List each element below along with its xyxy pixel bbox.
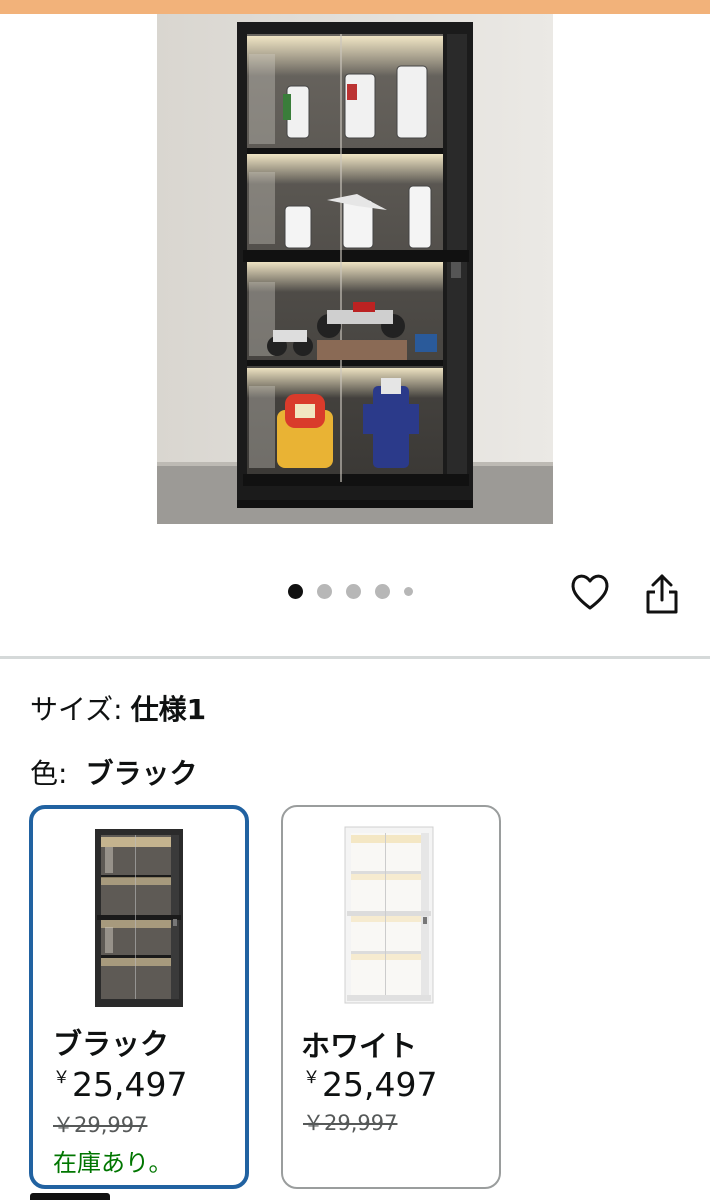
swatch-image-black <box>95 829 183 1007</box>
swatch-image-white <box>344 826 434 1004</box>
pagination-dot-active[interactable] <box>288 584 303 599</box>
top-banner-strip <box>0 0 710 14</box>
color-swatch-white[interactable]: ホワイト ￥25,497 ￥29,997 <box>281 805 501 1189</box>
swatch-name: ホワイト <box>301 1029 418 1063</box>
pagination-dot[interactable] <box>346 584 361 599</box>
heart-icon <box>571 574 609 610</box>
color-value: ブラック <box>85 757 198 790</box>
swatch-price: ￥25,497 <box>303 1063 437 1104</box>
wishlist-button[interactable] <box>568 570 612 614</box>
price-value: 25,497 <box>72 1065 188 1104</box>
size-value: 仕様1 <box>130 693 207 726</box>
price-value: 25,497 <box>322 1065 438 1104</box>
product-main-image[interactable] <box>157 14 553 524</box>
image-pagination[interactable] <box>288 584 413 599</box>
swatch-name: ブラック <box>53 1027 170 1061</box>
section-divider <box>0 656 710 659</box>
share-icon <box>646 574 678 614</box>
size-label: サイズ: <box>30 693 123 726</box>
currency-symbol: ￥ <box>53 1068 70 1088</box>
color-selector: 色: ブラック <box>30 752 197 792</box>
swatch-price: ￥25,497 <box>53 1063 187 1104</box>
list-price: ￥29,997 <box>303 1111 398 1135</box>
pagination-dot[interactable] <box>375 584 390 599</box>
pagination-dot[interactable] <box>317 584 332 599</box>
size-selector: サイズ: 仕様1 <box>30 688 206 728</box>
list-price: ￥29,997 <box>53 1113 148 1137</box>
share-button[interactable] <box>640 570 684 618</box>
bottom-tab-indicator <box>30 1193 110 1200</box>
color-swatch-black[interactable]: ブラック ￥25,497 ￥29,997 在庫あり。 <box>29 805 249 1189</box>
color-label: 色: <box>30 757 68 790</box>
availability-status: 在庫あり。 <box>53 1149 173 1177</box>
currency-symbol: ￥ <box>303 1068 320 1088</box>
pagination-dot[interactable] <box>404 587 413 596</box>
